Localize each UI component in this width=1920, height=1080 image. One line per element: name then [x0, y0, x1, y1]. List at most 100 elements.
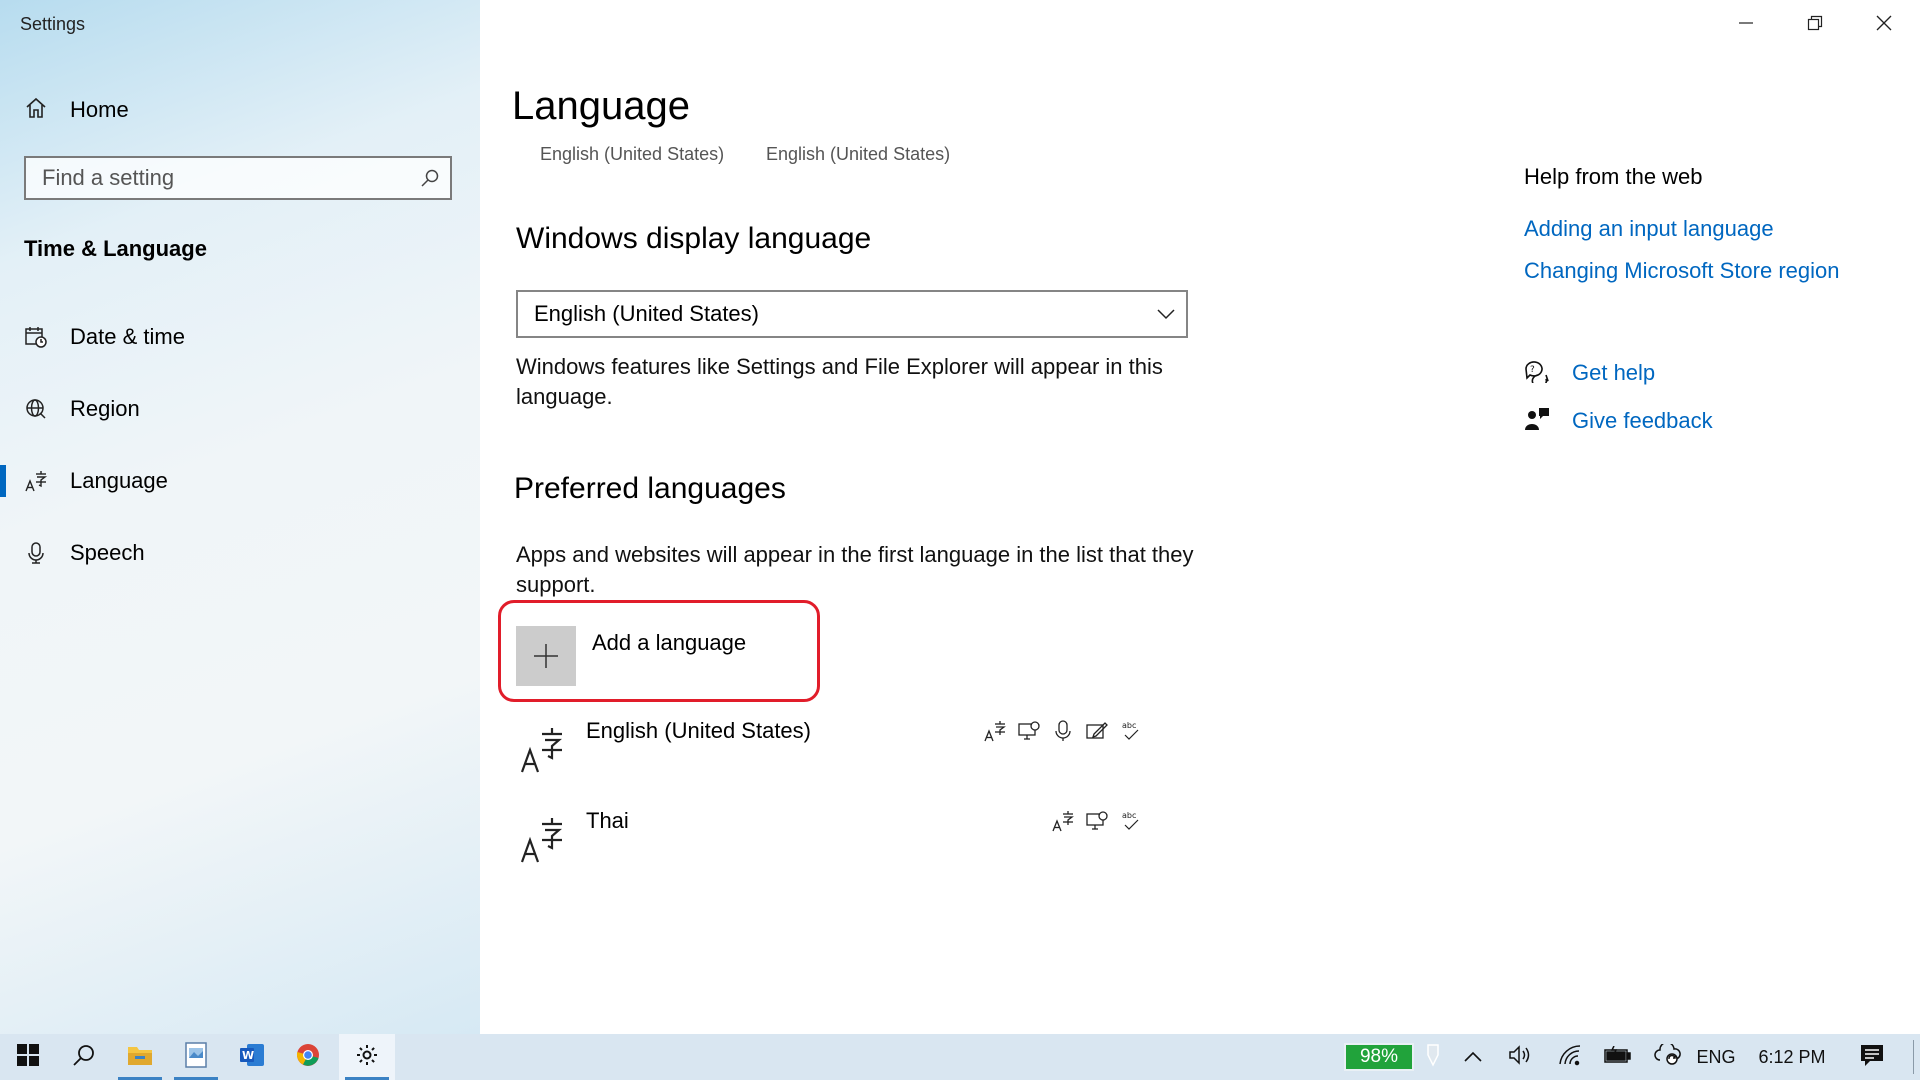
- spellcheck-icon: abc: [1118, 718, 1144, 744]
- windows-icon: [16, 1043, 40, 1072]
- svg-text:abc: abc: [1122, 811, 1136, 820]
- globe-icon: [24, 397, 48, 421]
- close-button[interactable]: [1850, 0, 1918, 50]
- chat-help-icon: ?: [1524, 359, 1550, 388]
- network-button[interactable]: [1552, 1034, 1588, 1080]
- display-language-heading: Windows display language: [516, 222, 872, 255]
- page-title: Language: [512, 84, 690, 128]
- get-help-label: Get help: [1572, 360, 1656, 385]
- give-feedback-label: Give feedback: [1572, 408, 1713, 433]
- divider: [1912, 1040, 1914, 1074]
- taskbar-snip-app[interactable]: [168, 1034, 224, 1080]
- sidebar-item-label: Region: [70, 396, 140, 421]
- chevron-up-icon: [1464, 1047, 1482, 1068]
- sidebar-item-language[interactable]: Language: [0, 455, 480, 507]
- header-language: English (United States): [540, 144, 725, 164]
- microphone-icon: [24, 541, 48, 565]
- svg-text:abc: abc: [1122, 721, 1136, 730]
- sidebar-item-label: Language: [70, 468, 168, 493]
- home-icon: [24, 96, 48, 125]
- taskbar-search-button[interactable]: [56, 1034, 112, 1080]
- main-content: Language English (United States) English…: [480, 0, 1920, 1034]
- get-help-link[interactable]: ? Get help: [1524, 357, 1655, 389]
- speech-recognition-icon: [1050, 718, 1076, 744]
- add-language-button[interactable]: Add a language: [516, 626, 746, 686]
- cloud-sync-icon: [1654, 1041, 1682, 1071]
- taskbar-word[interactable]: W: [224, 1034, 280, 1080]
- notification-icon: [1860, 1043, 1884, 1072]
- wifi-icon: [1558, 1044, 1582, 1071]
- clock[interactable]: 6:12 PM: [1748, 1034, 1836, 1080]
- language-name: Thai: [586, 808, 629, 833]
- pen-icon: [1424, 1043, 1442, 1072]
- help-title: Help from the web: [1524, 164, 1703, 189]
- preferred-languages-heading: Preferred languages: [514, 472, 786, 505]
- taskbar-file-explorer[interactable]: [112, 1034, 168, 1080]
- svg-text:W: W: [242, 1049, 254, 1062]
- show-desktop-button[interactable]: [1906, 1034, 1920, 1080]
- header-language: English (United States): [766, 144, 951, 164]
- app-title: Settings: [20, 14, 86, 34]
- search-input[interactable]: [26, 157, 410, 199]
- word-icon: W: [239, 1043, 265, 1072]
- handwriting-icon: [1084, 718, 1110, 744]
- sidebar-item-label: Speech: [70, 540, 145, 565]
- language-icon: [518, 724, 566, 776]
- sidebar-item-date-time[interactable]: Date & time: [0, 311, 480, 363]
- feedback-icon: [1524, 406, 1550, 437]
- svg-text:?: ?: [1530, 365, 1535, 375]
- add-language-label: Add a language: [592, 630, 747, 655]
- give-feedback-link[interactable]: Give feedback: [1524, 405, 1713, 437]
- display-language-value: English (United States): [534, 301, 759, 326]
- help-link-changing-store-region[interactable]: Changing Microsoft Store region: [1524, 258, 1840, 284]
- start-button[interactable]: [0, 1034, 56, 1080]
- speaker-icon: [1508, 1044, 1532, 1071]
- battery-percent-badge[interactable]: 98%: [1344, 1043, 1414, 1071]
- display-language-icon: [1050, 808, 1076, 834]
- taskbar-settings[interactable]: [339, 1034, 395, 1080]
- language-list-item[interactable]: English (United States) abc: [516, 718, 1216, 778]
- minimize-icon: [1738, 15, 1754, 36]
- language-list-item[interactable]: Thai abc: [516, 808, 1216, 868]
- sidebar-item-label: Date & time: [70, 324, 185, 349]
- battery-button[interactable]: [1598, 1034, 1638, 1080]
- text-to-speech-icon: [1084, 808, 1110, 834]
- image-viewer-icon: [184, 1041, 208, 1073]
- section-title: Time & Language: [24, 236, 207, 261]
- search-icon[interactable]: [410, 168, 450, 188]
- search-icon: [72, 1043, 96, 1072]
- sidebar-item-region[interactable]: Region: [0, 383, 480, 435]
- text-to-speech-icon: [1016, 718, 1042, 744]
- plus-icon: [516, 626, 576, 686]
- language-name: English (United States): [586, 718, 811, 743]
- chevron-down-icon: [1146, 308, 1186, 320]
- chrome-icon: [296, 1043, 320, 1072]
- restore-button[interactable]: [1781, 0, 1849, 50]
- nav-home-label: Home: [70, 97, 129, 122]
- sidebar: Settings Home Time & Language Date & tim…: [0, 0, 480, 1034]
- battery-icon: [1604, 1045, 1632, 1069]
- taskbar-chrome[interactable]: [280, 1034, 336, 1080]
- close-icon: [1876, 15, 1892, 36]
- display-language-description: Windows features like Settings and File …: [516, 354, 1163, 409]
- input-language-indicator[interactable]: ENG: [1690, 1034, 1742, 1080]
- spellcheck-icon: abc: [1118, 808, 1144, 834]
- sidebar-item-speech[interactable]: Speech: [0, 527, 480, 579]
- display-language-icon: [982, 718, 1008, 744]
- pen-tray-button[interactable]: [1418, 1034, 1448, 1080]
- minimize-button[interactable]: [1712, 0, 1780, 50]
- restore-icon: [1807, 15, 1823, 36]
- action-center-button[interactable]: [1850, 1034, 1894, 1080]
- volume-button[interactable]: [1502, 1034, 1538, 1080]
- language-icon: [518, 814, 566, 866]
- preferred-languages-description: Apps and websites will appear in the fir…: [516, 542, 1194, 597]
- folder-icon: [127, 1044, 153, 1071]
- language-icon: [24, 469, 48, 493]
- nav-home[interactable]: Home: [24, 92, 129, 128]
- taskbar: W 98% ENG 6:12 PM: [0, 1034, 1920, 1080]
- display-language-dropdown[interactable]: English (United States): [516, 290, 1188, 338]
- gear-icon: [356, 1044, 378, 1071]
- onedrive-button[interactable]: [1648, 1034, 1688, 1080]
- help-link-adding-input-language[interactable]: Adding an input language: [1524, 216, 1774, 242]
- show-hidden-icons-button[interactable]: [1456, 1034, 1490, 1080]
